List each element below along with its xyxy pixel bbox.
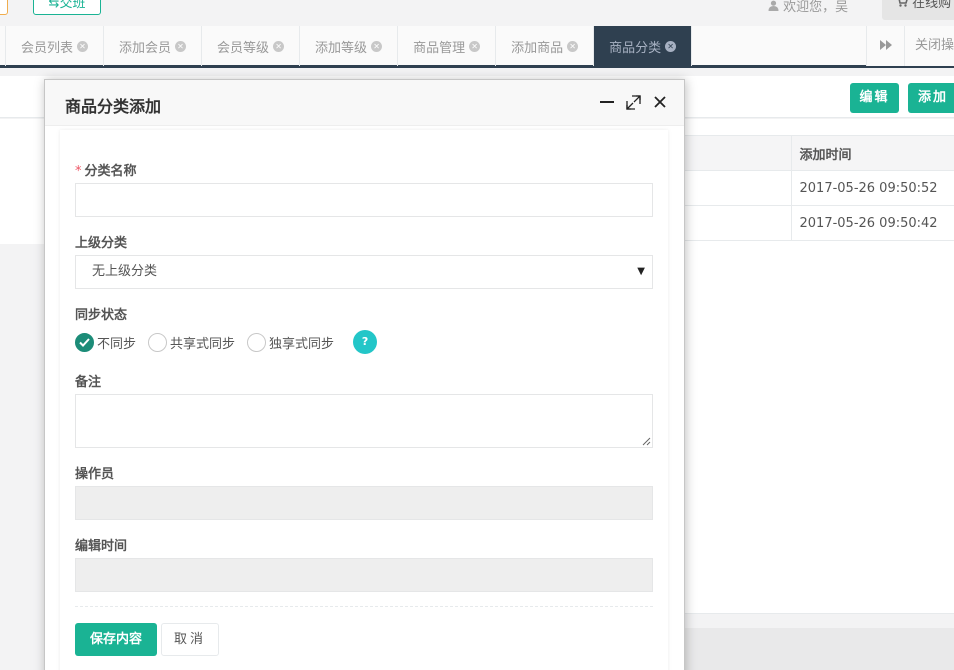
page-tab-bar: 会员列表 ✕ 添加会员 ✕ 会员等级 ✕ 添加等级 ✕ 商品管理 ✕ 添加商品 ✕ 商品分类… bbox=[0, 26, 954, 68]
tab-label: 添加会员 bbox=[119, 40, 172, 56]
tab-close-icon[interactable]: ✕ bbox=[469, 40, 481, 52]
content-panel-left bbox=[0, 119, 46, 244]
category-table-panel: 添加时间 2017-05-26 09:50:52 2017-05-26 09:5… bbox=[684, 119, 954, 614]
radio-label: 共享式同步 bbox=[170, 336, 236, 352]
tab-label: 商品管理 bbox=[413, 40, 466, 56]
table-row[interactable]: 2017-05-26 09:50:52 bbox=[684, 170, 954, 206]
radio-unchecked-icon bbox=[148, 332, 168, 352]
radio-unchecked-icon bbox=[247, 332, 267, 352]
dialog-title: 商品分类添加 bbox=[65, 97, 162, 116]
parent-category-select[interactable]: 无上级分类 ▼ bbox=[75, 255, 653, 289]
radio-label: 独享式同步 bbox=[269, 336, 335, 352]
tab-list: 会员列表 ✕ 添加会员 ✕ 会员等级 ✕ 添加等级 ✕ 商品管理 ✕ 添加商品 ✕ 商品分类… bbox=[5, 26, 693, 66]
tab-label: 商品分类 bbox=[609, 40, 662, 56]
table-header-add-time: 添加时间 bbox=[791, 135, 954, 171]
sidebar-toggle-button[interactable] bbox=[0, 0, 8, 15]
radio-checked-icon bbox=[75, 332, 94, 352]
tab-product-manage[interactable]: 商品管理 ✕ bbox=[398, 26, 497, 66]
add-category-dialog: 商品分类添加 * 分类名称 上级分类 无上级分类 ▼ 同步状态 不同步 共享式同… bbox=[44, 79, 685, 670]
table-cell bbox=[684, 205, 792, 241]
online-shop-label: 在线购 bbox=[912, 0, 952, 11]
table-header-row: 添加时间 bbox=[684, 135, 954, 171]
tab-member-list[interactable]: 会员列表 ✕ bbox=[5, 26, 105, 66]
category-name-label: * 分类名称 bbox=[75, 160, 137, 179]
tab-product-category[interactable]: 商品分类 ✕ bbox=[594, 26, 693, 66]
tab-close-icon[interactable]: ✕ bbox=[77, 40, 89, 52]
table-cell bbox=[684, 170, 792, 206]
add-button[interactable]: 添加 bbox=[908, 83, 954, 113]
tab-scroll-right-button[interactable] bbox=[866, 26, 904, 66]
dialog-form: *分类名称 上级分类 无上级分类 ▼ 同步状态 不同步 共享式同步 独享式同步 bbox=[60, 130, 668, 670]
content-footer bbox=[684, 628, 954, 670]
tab-add-product[interactable]: 添加商品 ✕ bbox=[496, 26, 595, 66]
tab-label: 添加商品 bbox=[511, 40, 564, 56]
table-header-cell bbox=[684, 135, 792, 171]
tab-close-icon[interactable]: ✕ bbox=[371, 40, 383, 52]
tab-label: 添加等级 bbox=[315, 40, 368, 56]
required-marker: * bbox=[75, 164, 82, 179]
radio-shared-sync[interactable]: 共享式同步 bbox=[148, 332, 236, 352]
category-table: 添加时间 2017-05-26 09:50:52 2017-05-26 09:5… bbox=[684, 135, 954, 241]
operator-label: 操作员 bbox=[75, 467, 115, 482]
edit-button[interactable]: 编辑 bbox=[850, 83, 899, 113]
category-name-input[interactable] bbox=[75, 183, 653, 217]
dropdown-caret-icon: ▼ bbox=[637, 266, 645, 277]
resize-grip-icon[interactable] bbox=[642, 437, 651, 446]
user-icon bbox=[768, 0, 783, 15]
welcome-label: 欢迎您，吴 bbox=[783, 0, 849, 15]
remark-label: 备注 bbox=[75, 375, 102, 390]
dialog-header: 商品分类添加 bbox=[45, 80, 684, 126]
tab-label: 会员列表 bbox=[21, 40, 74, 56]
tab-add-level[interactable]: 添加等级 ✕ bbox=[300, 26, 399, 66]
radio-exclusive-sync[interactable]: 独享式同步 bbox=[247, 332, 335, 352]
tab-close-icon[interactable]: ✕ bbox=[273, 40, 285, 52]
question-mark-icon[interactable]: ? bbox=[353, 330, 378, 354]
tab-add-member[interactable]: 添加会员 ✕ bbox=[104, 26, 203, 66]
tab-close-icon[interactable]: ✕ bbox=[665, 40, 677, 52]
close-operations-button[interactable]: 关闭操 bbox=[904, 26, 954, 66]
double-chevron-right-icon bbox=[879, 39, 892, 54]
shift-change-button[interactable]: ⇆交班 bbox=[33, 0, 101, 15]
cancel-button[interactable]: 取消 bbox=[161, 623, 219, 656]
tab-close-icon[interactable]: ✕ bbox=[175, 40, 187, 52]
remark-textarea[interactable] bbox=[75, 394, 653, 448]
top-header: ⇆交班 欢迎您，吴 在线购 bbox=[0, 0, 954, 26]
tab-label: 会员等级 bbox=[217, 40, 270, 56]
online-shop-button[interactable]: 在线购 bbox=[882, 0, 954, 20]
table-cell-add-time: 2017-05-26 09:50:42 bbox=[791, 205, 954, 241]
minimize-icon[interactable] bbox=[599, 94, 615, 110]
close-icon[interactable] bbox=[652, 94, 668, 110]
edit-time-label: 编辑时间 bbox=[75, 539, 128, 554]
sync-status-label: 同步状态 bbox=[75, 308, 128, 323]
operator-input bbox=[75, 486, 653, 520]
parent-category-value: 无上级分类 bbox=[92, 264, 158, 279]
category-name-label-text: 分类名称 bbox=[84, 164, 137, 179]
parent-category-label: 上级分类 bbox=[75, 236, 128, 251]
radio-label: 不同步 bbox=[97, 336, 137, 352]
save-button[interactable]: 保存内容 bbox=[75, 623, 157, 656]
welcome-text: 欢迎您，吴 bbox=[768, 0, 848, 15]
maximize-icon[interactable] bbox=[625, 94, 641, 110]
edit-time-input bbox=[75, 558, 653, 592]
tab-member-level[interactable]: 会员等级 ✕ bbox=[202, 26, 301, 66]
sync-status-radio-group: 不同步 共享式同步 独享式同步 ? bbox=[75, 330, 378, 354]
radio-no-sync[interactable]: 不同步 bbox=[75, 332, 137, 352]
tab-close-icon[interactable]: ✕ bbox=[567, 40, 579, 52]
form-divider bbox=[75, 606, 653, 607]
cart-icon bbox=[896, 0, 912, 11]
table-cell-add-time: 2017-05-26 09:50:52 bbox=[791, 170, 954, 206]
table-row[interactable]: 2017-05-26 09:50:42 bbox=[684, 205, 954, 241]
